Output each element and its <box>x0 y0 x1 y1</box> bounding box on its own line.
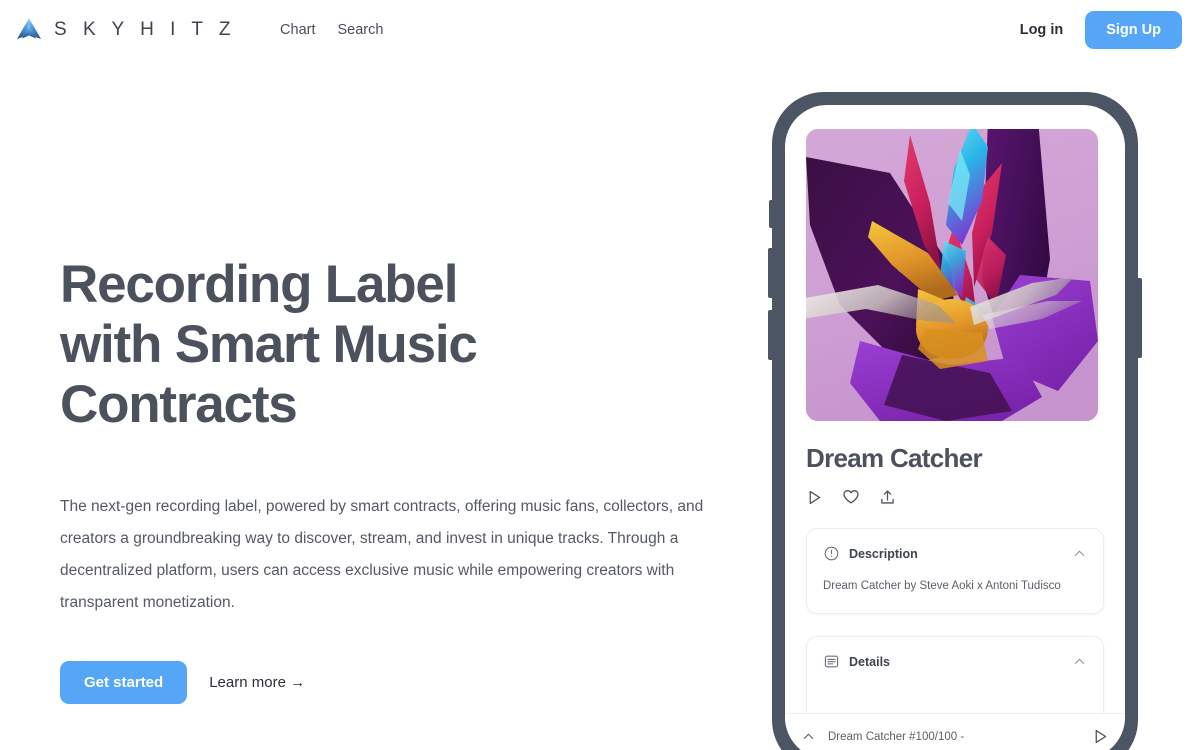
heart-icon[interactable] <box>842 488 860 506</box>
phone-screen: Dream Catcher Description Dream Catcher … <box>785 105 1125 750</box>
primary-nav: Chart Search <box>280 22 383 38</box>
share-icon[interactable] <box>879 489 896 506</box>
phone-power-button <box>1137 278 1142 358</box>
list-document-icon <box>823 653 840 670</box>
header-actions: Log in Sign Up <box>1020 11 1182 49</box>
phone-silence-switch <box>769 200 773 228</box>
landing-page: S K Y H I T Z Chart Search Log in Sign U… <box>0 0 1200 750</box>
page-title: Recording Label with Smart Music Contrac… <box>60 255 478 434</box>
chevron-up-icon[interactable] <box>1072 546 1087 561</box>
learn-more-link[interactable]: Learn more → <box>209 674 305 691</box>
login-link[interactable]: Log in <box>1020 22 1064 38</box>
phone-mockup: Dream Catcher Description Dream Catcher … <box>768 92 1142 750</box>
phone-volume-up-button <box>768 248 773 298</box>
track-title: Dream Catcher <box>806 443 983 473</box>
chevron-up-icon[interactable] <box>1072 654 1087 669</box>
play-icon[interactable] <box>1092 728 1109 745</box>
hero-paragraph: The next-gen recording label, powered by… <box>60 498 704 611</box>
skyhitz-arrow-logo-icon <box>14 15 44 45</box>
description-card-header[interactable]: Description <box>807 529 1103 562</box>
hero-cta-group: Get started Learn more → <box>60 661 750 704</box>
hero-section: Recording Label with Smart Music Contrac… <box>60 255 750 704</box>
nav-link-search[interactable]: Search <box>338 22 384 38</box>
description-card: Description Dream Catcher by Steve Aoki … <box>806 528 1104 615</box>
sign-up-button[interactable]: Sign Up <box>1085 11 1182 49</box>
play-icon[interactable] <box>806 489 823 506</box>
app-content: Dream Catcher Description Dream Catcher … <box>785 105 1125 728</box>
now-playing-bar: Dream Catcher #100/100 - <box>785 713 1125 750</box>
description-card-title: Description <box>849 546 918 561</box>
chevron-up-icon[interactable] <box>801 729 816 744</box>
album-art[interactable] <box>806 129 1098 421</box>
get-started-button[interactable]: Get started <box>60 661 188 704</box>
nav-link-chart[interactable]: Chart <box>280 22 315 38</box>
info-circle-icon <box>823 545 840 562</box>
phone-volume-down-button <box>768 310 773 360</box>
details-card-header[interactable]: Details <box>807 637 1103 670</box>
details-card-title: Details <box>849 654 890 669</box>
track-actions <box>806 488 1104 506</box>
brand-name: S K Y H I T Z <box>54 19 237 40</box>
site-header: S K Y H I T Z Chart Search Log in Sign U… <box>0 0 1200 60</box>
now-playing-title: Dream Catcher #100/100 - <box>828 730 965 743</box>
brand-logo[interactable]: S K Y H I T Z <box>14 15 236 45</box>
description-card-body: Dream Catcher by Steve Aoki x Antoni Tud… <box>823 580 1061 592</box>
